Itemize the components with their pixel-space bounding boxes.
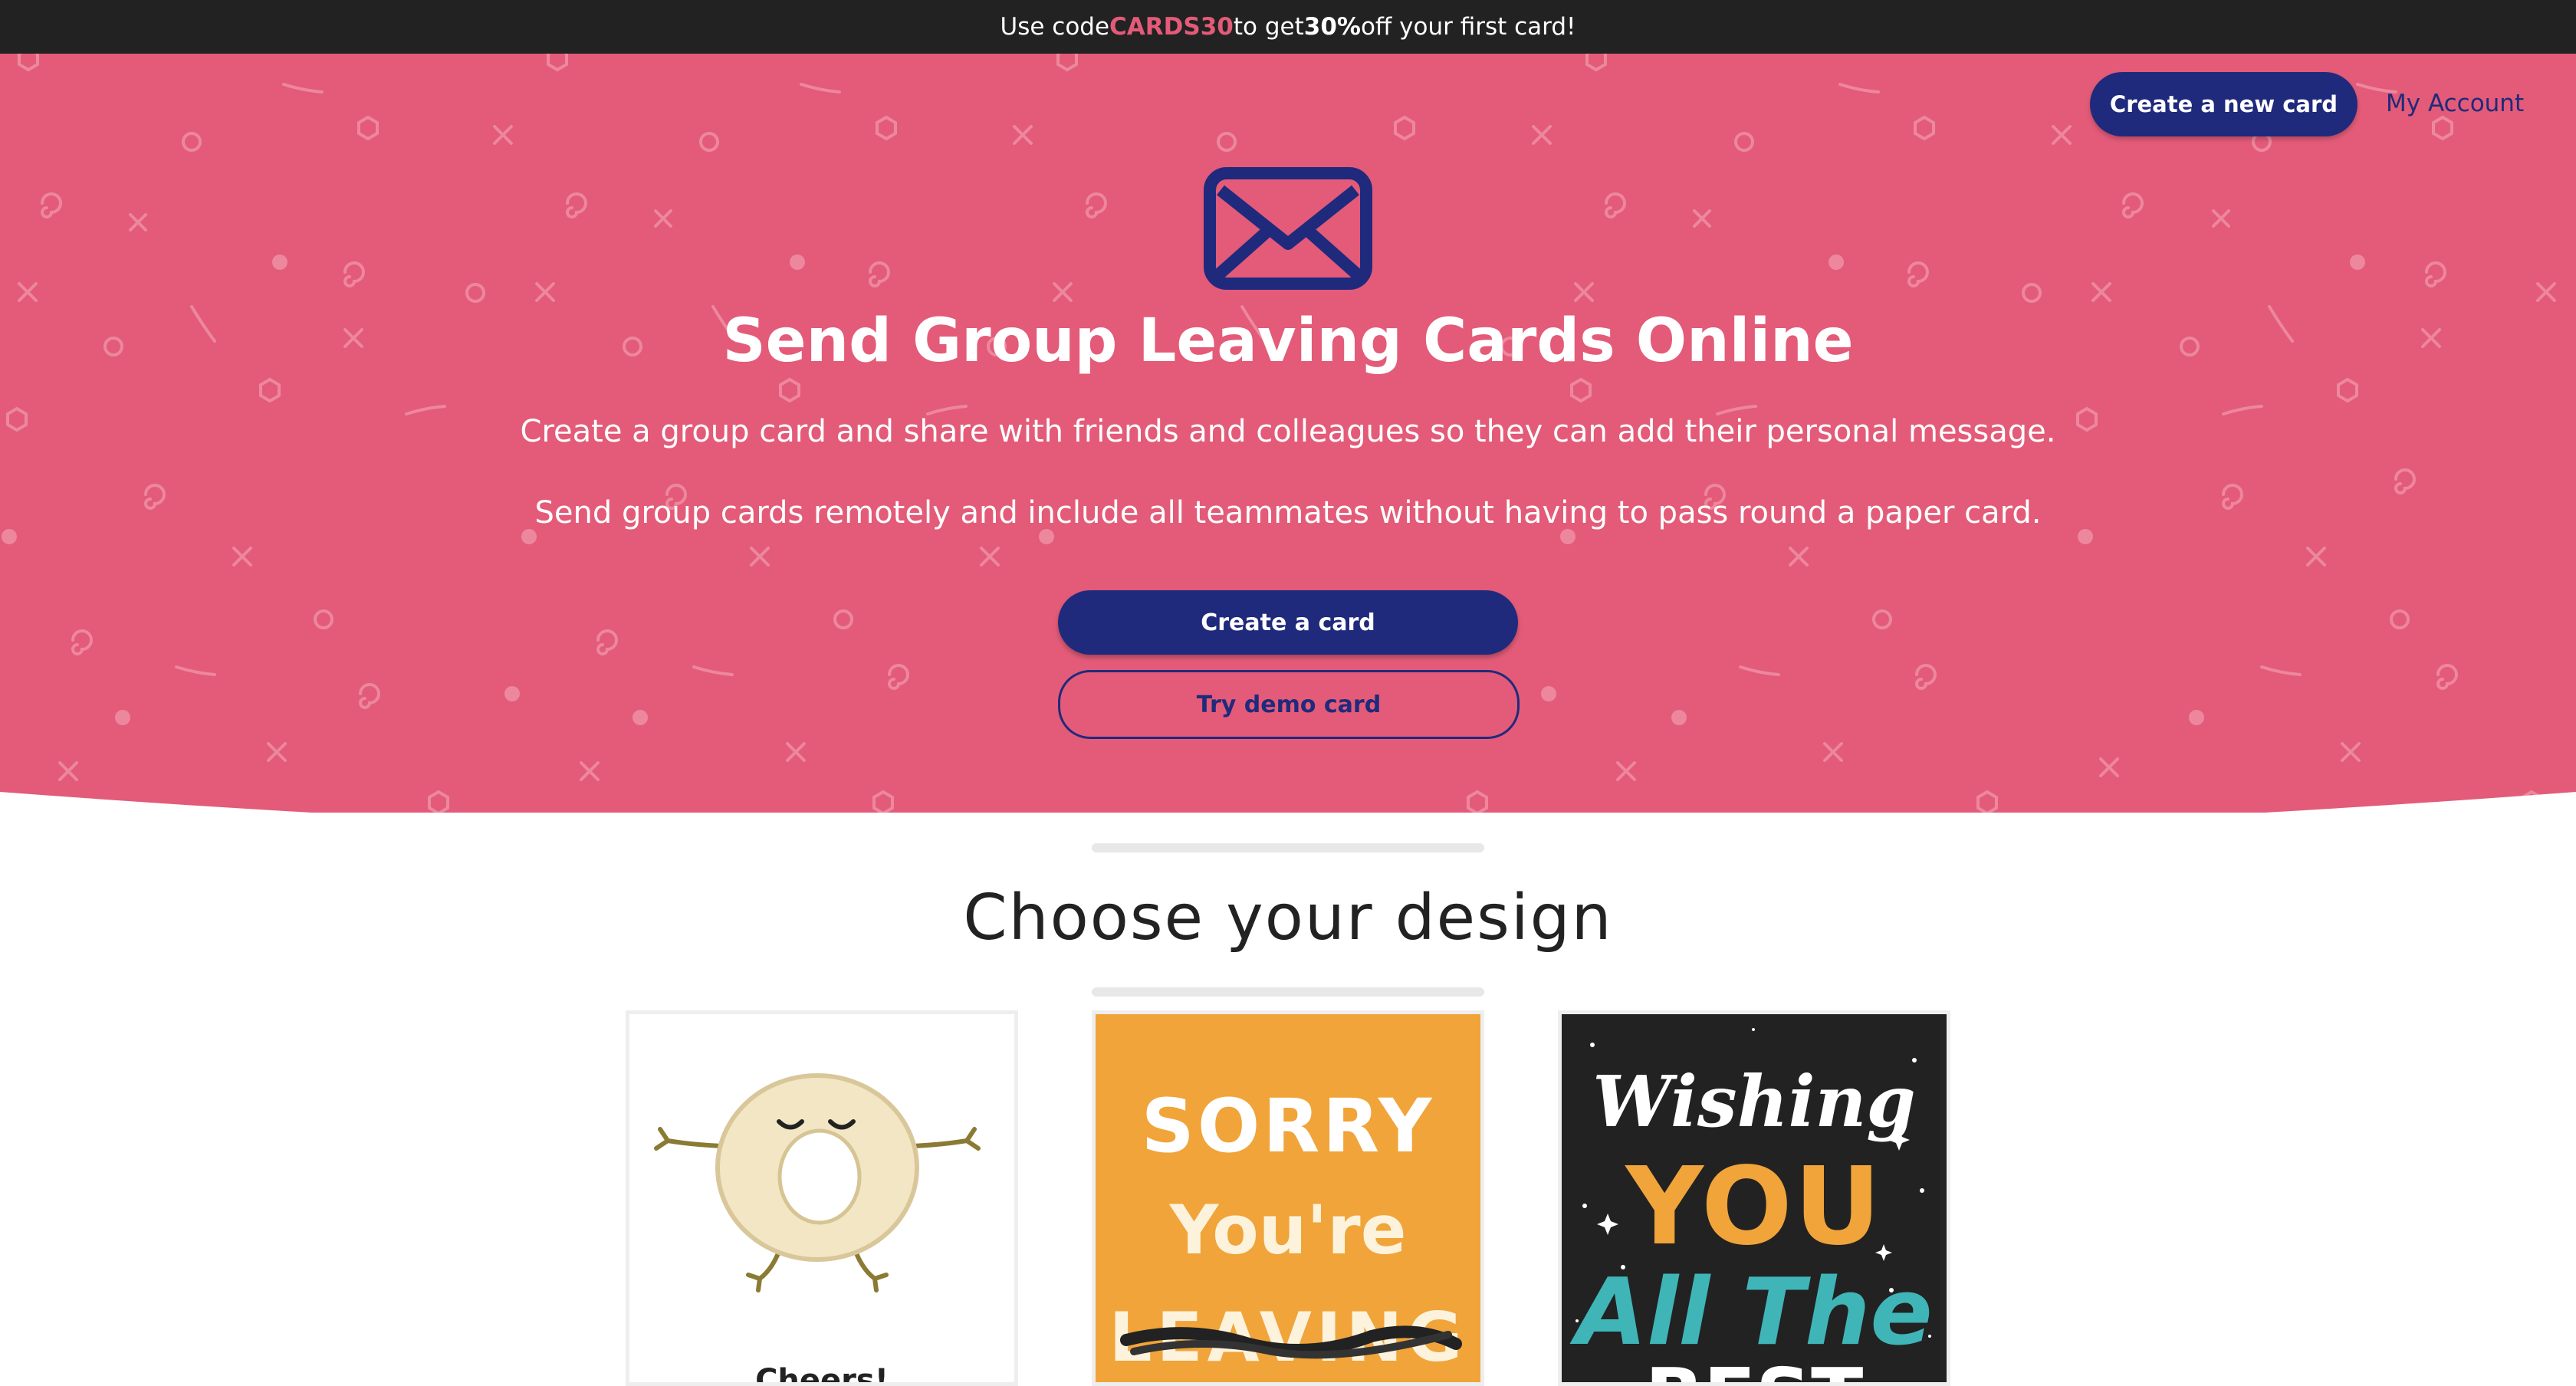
- card-text-line-4: BEST: [1562, 1352, 1947, 1382]
- my-account-link[interactable]: My Account: [2386, 84, 2524, 123]
- hero-paragraph-1: Create a group card and share with frien…: [520, 414, 2056, 449]
- divider: [1092, 843, 1484, 852]
- envelope-icon: [1204, 167, 1372, 290]
- promo-bar: Use code CARDS30 to get 30% off your fir…: [0, 0, 2576, 54]
- design-card-sorry-leaving[interactable]: SORRY You're LEAVING: [1092, 1010, 1484, 1386]
- try-demo-card-button[interactable]: Try demo card: [1058, 670, 1520, 739]
- promo-suffix: off your first card!: [1360, 13, 1576, 41]
- design-card-wishing-best[interactable]: Wishing YOU All The BEST: [1558, 1010, 1950, 1386]
- create-card-button[interactable]: Create a card: [1058, 590, 1518, 655]
- card-text-line-1: Wishing: [1592, 1060, 1916, 1143]
- section-title: Choose your design: [963, 882, 1613, 954]
- promo-middle: to get: [1233, 13, 1304, 41]
- create-new-card-button[interactable]: Create a new card: [2090, 72, 2358, 136]
- promo-prefix: Use code: [1000, 13, 1110, 41]
- hero-title: Send Group Leaving Cards Online: [722, 307, 1854, 376]
- card-text-line-2: YOU: [1625, 1145, 1883, 1269]
- promo-code: CARDS30: [1109, 13, 1234, 41]
- divider: [1092, 987, 1484, 997]
- promo-percent: 30%: [1303, 13, 1361, 41]
- hero-paragraph-2: Send group cards remotely and include al…: [534, 495, 2042, 530]
- card-label: Cheers!: [755, 1363, 889, 1386]
- design-card-cheers[interactable]: Cheers!: [626, 1010, 1018, 1386]
- scribble-strike: [1120, 1325, 1462, 1359]
- card-text-line-3: All The: [1576, 1260, 1933, 1366]
- donut-illustration: [654, 1073, 981, 1292]
